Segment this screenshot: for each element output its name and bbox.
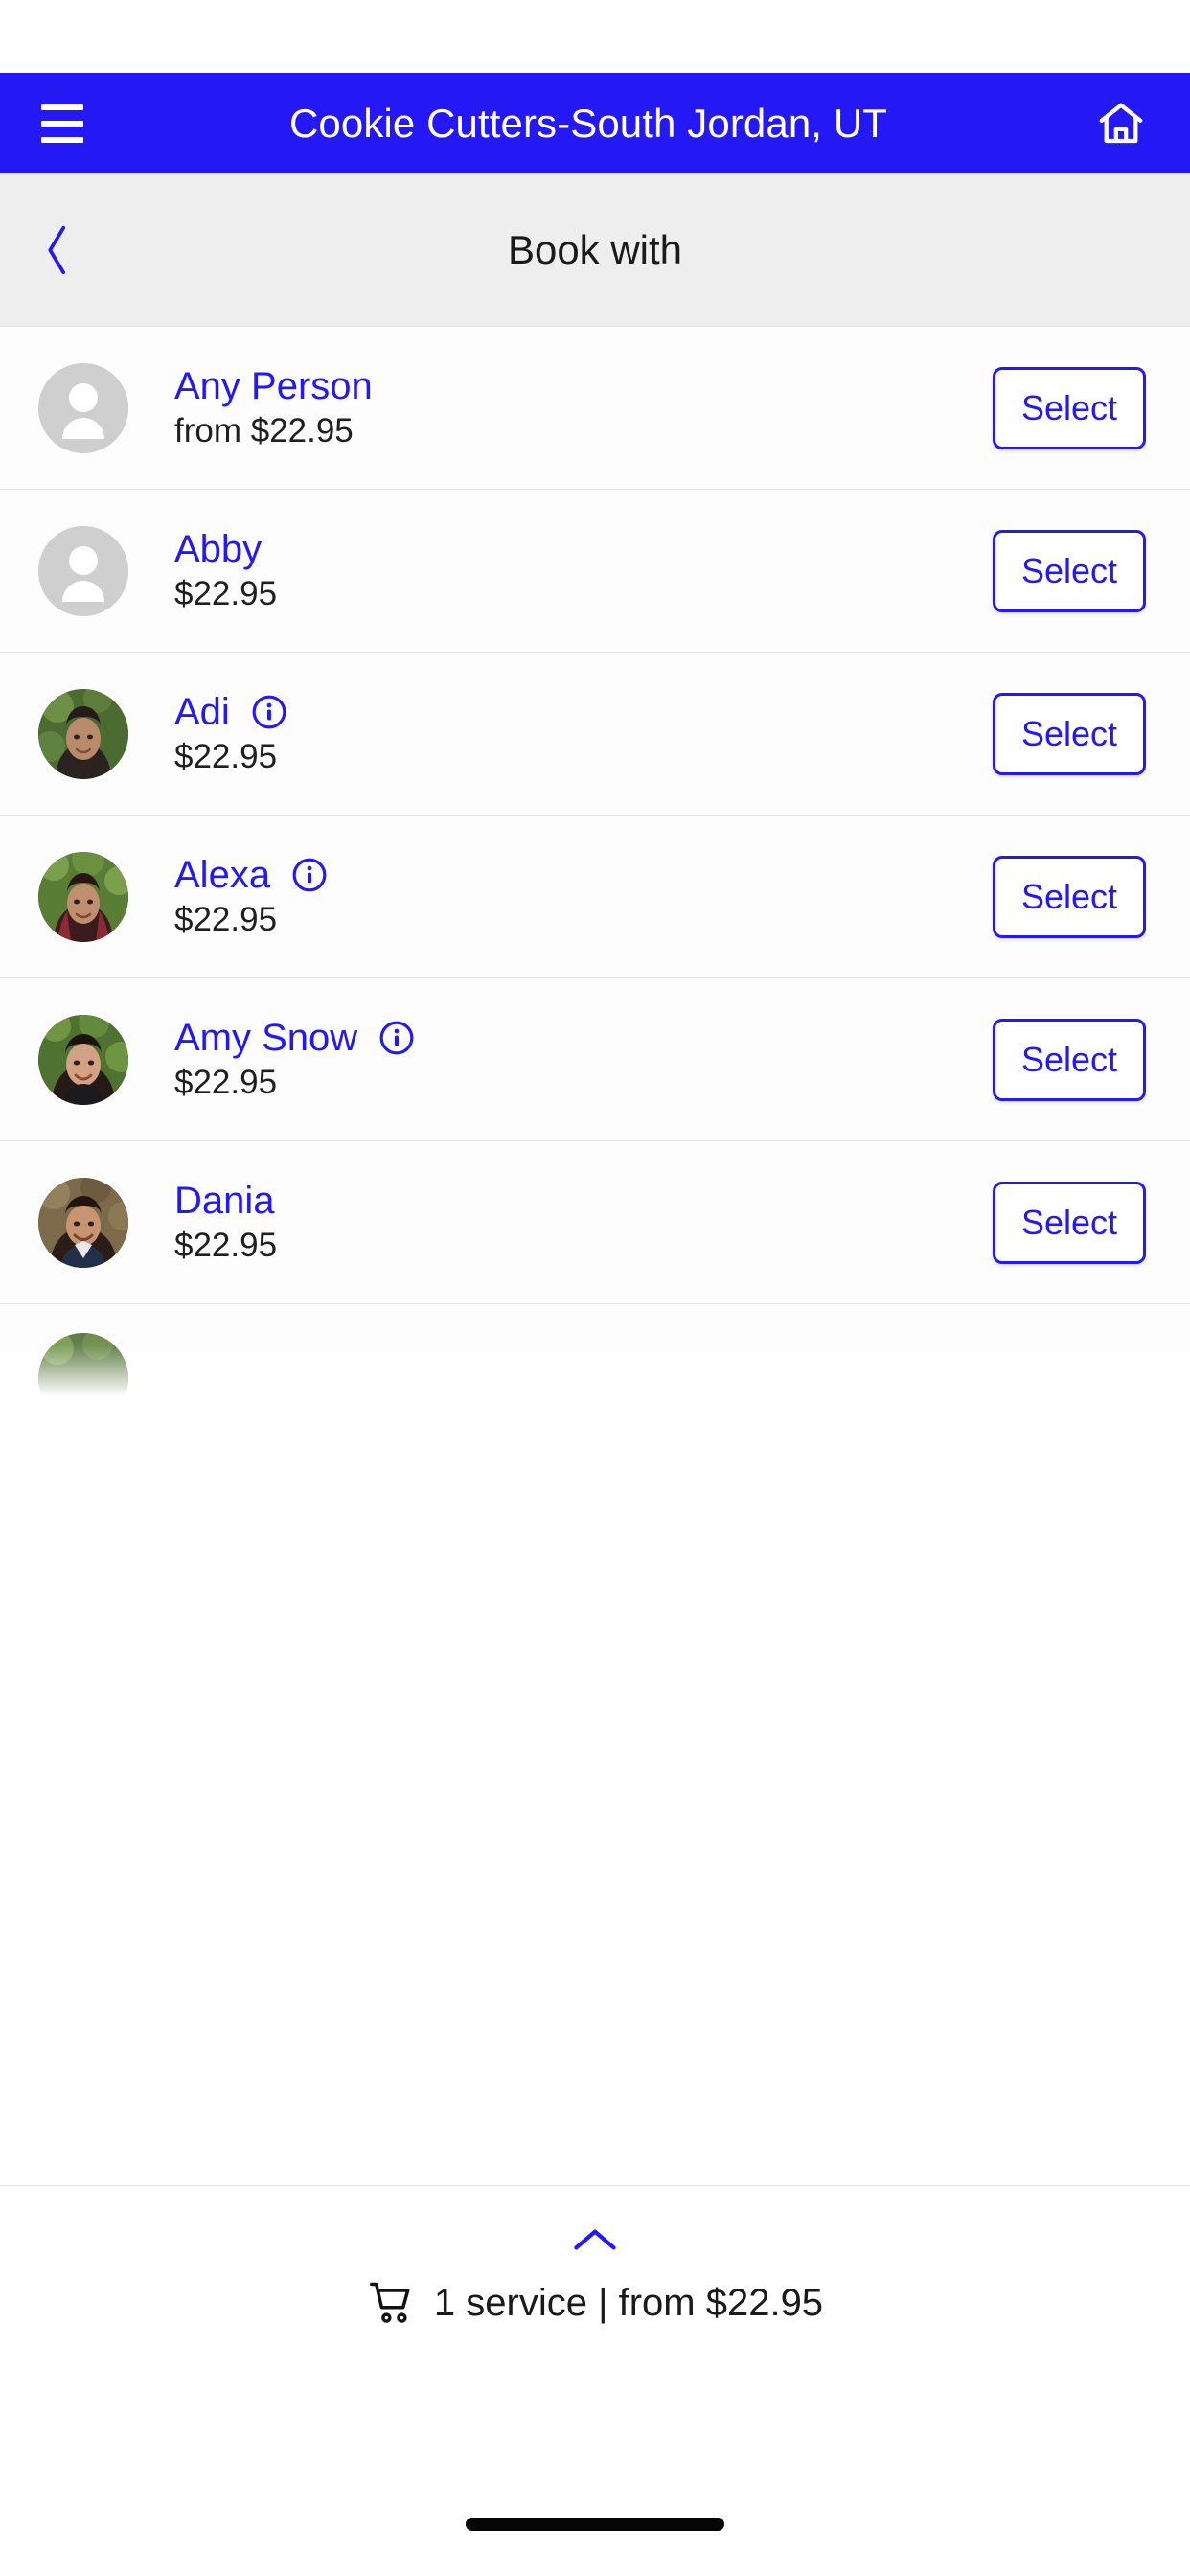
list-item-info [174,1333,1146,1373]
chevron-up-icon[interactable] [561,2219,629,2261]
list-item-info: Adi $22.95 [174,692,993,775]
select-button[interactable]: Select [993,855,1146,938]
name-line: Dania [174,1181,993,1221]
staff-name[interactable]: Any Person [174,366,373,406]
list-item[interactable]: Adi $22.95 Select [0,653,1190,816]
cart-summary-text: 1 service | from $22.95 [433,2281,824,2324]
info-circle-icon[interactable] [378,1020,415,1056]
list-item[interactable]: Amy Snow $22.95 Select [0,978,1190,1141]
hamburger-menu-icon[interactable] [34,96,90,151]
list-item-info: Dania $22.95 [174,1181,993,1264]
staff-name[interactable]: Adi [174,692,230,732]
staff-price: $22.95 [174,738,278,776]
staff-price: $22.95 [174,901,278,939]
hamburger-line [41,104,83,110]
list-item-info: Alexa $22.95 [174,855,993,938]
avatar [38,1333,128,1396]
staff-name[interactable]: Dania [174,1181,275,1221]
hamburger-line [41,136,83,143]
staff-price: from $22.95 [174,412,354,450]
info-circle-icon[interactable] [291,857,328,893]
avatar [38,1014,128,1105]
avatar [38,1177,128,1268]
staff-name[interactable]: Amy Snow [174,1018,357,1058]
list-item-partial[interactable] [0,1304,1190,1396]
list-item-info: Abby $22.95 [174,529,993,612]
list-item[interactable]: Abby $22.95 Select [0,490,1190,653]
name-line: Amy Snow [174,1018,993,1058]
name-line: Abby [174,529,993,569]
staff-name[interactable] [174,1333,185,1373]
list-item[interactable]: Any Person from $22.95 Select [0,327,1190,490]
name-line: Adi [174,692,993,732]
staff-name[interactable]: Alexa [174,855,270,895]
staff-name[interactable]: Abby [174,529,262,569]
back-button[interactable] [21,214,94,287]
home-icon[interactable] [1090,93,1152,154]
name-line: Any Person [174,366,993,406]
app-bar: Cookie Cutters-South Jordan, UT [0,73,1190,173]
subheader: Book with [0,173,1190,327]
list-item-info: Amy Snow $22.95 [174,1018,993,1101]
list-item-info: Any Person from $22.95 [174,366,993,449]
select-button[interactable]: Select [993,692,1146,775]
page-title: Cookie Cutters-South Jordan, UT [288,100,888,146]
bottom-summary-bar[interactable]: 1 service | from $22.95 [0,2185,1190,2472]
system-gesture-area [0,2472,1190,2576]
list-item[interactable]: Alexa $22.95 Select [0,816,1190,978]
name-line [174,1333,1146,1373]
select-button[interactable]: Select [993,1181,1146,1264]
status-bar [0,0,1190,73]
gesture-pill[interactable] [466,2518,724,2531]
subheader-title: Book with [507,226,683,272]
staff-price: $22.95 [174,1227,278,1265]
app-root: Cookie Cutters-South Jordan, UT Book wit… [0,0,1190,2576]
avatar-placeholder-icon [38,362,128,453]
select-button[interactable]: Select [993,529,1146,612]
name-line: Alexa [174,855,993,895]
avatar [38,851,128,942]
staff-price: $22.95 [174,1064,278,1102]
avatar [38,688,128,779]
select-button[interactable]: Select [993,1018,1146,1101]
hamburger-line [41,120,83,126]
avatar-placeholder-icon [38,525,128,616]
select-button[interactable]: Select [993,366,1146,449]
info-circle-icon[interactable] [251,694,287,730]
staff-list[interactable]: Any Person from $22.95 Select Abby $22.9… [0,327,1190,2185]
list-item[interactable]: Dania $22.95 Select [0,1141,1190,1304]
shopping-cart-icon [367,2278,417,2328]
staff-price: $22.95 [174,575,278,613]
cart-summary[interactable]: 1 service | from $22.95 [367,2278,823,2328]
